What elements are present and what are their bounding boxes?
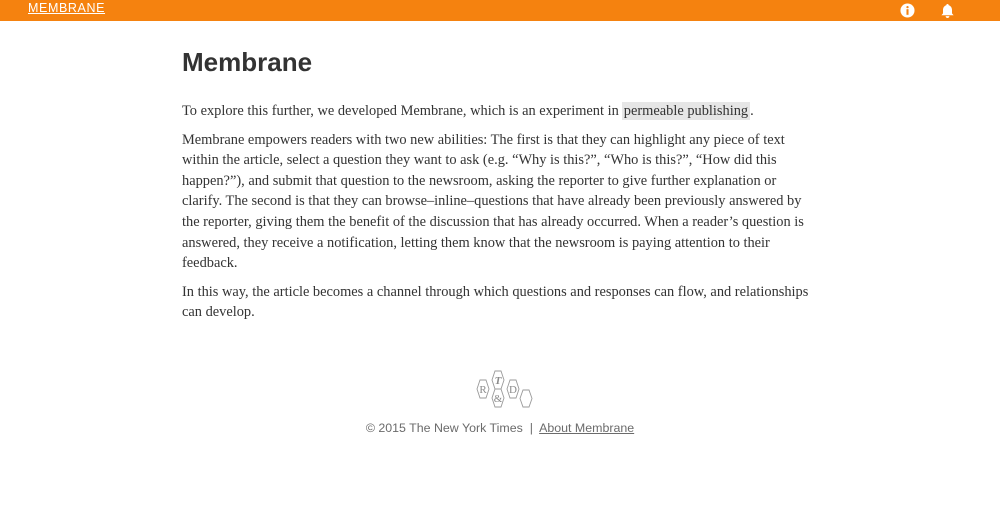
- article: Membrane To explore this further, we dev…: [182, 46, 822, 323]
- text-line: Membrane empowers readers with two new a…: [182, 131, 785, 148]
- paragraph-abilities: Membrane empowers readers with two new a…: [182, 130, 822, 274]
- text-line: In this way, the article becomes a chann…: [182, 283, 809, 300]
- info-icon[interactable]: [899, 2, 916, 19]
- rd-hexagon-logo: T R & D: [476, 370, 533, 408]
- text-line: clarify. The second is that they can bro…: [182, 193, 802, 210]
- text-line: feedback.: [182, 255, 238, 272]
- paragraph-text: To explore this further, we developed Me…: [182, 103, 619, 119]
- bell-icon[interactable]: [939, 2, 956, 19]
- highlighted-phrase[interactable]: permeable publishing: [621, 102, 751, 120]
- footer: T R & D © 2015 The New York Times | Abou…: [0, 370, 1000, 435]
- text-line: can develop.: [182, 304, 255, 321]
- paragraph-intro: To explore this further, we developed Me…: [182, 101, 822, 122]
- brand-link[interactable]: MEMBRANE: [28, 1, 105, 15]
- text-line: within the article, select a question th…: [182, 152, 777, 169]
- footer-text: © 2015 The New York Times | About Membra…: [0, 421, 1000, 435]
- footer-separator: |: [529, 421, 533, 435]
- logo-ampersand: &: [494, 393, 503, 405]
- text-line: answered, they receive a notification, l…: [182, 234, 770, 251]
- page-title: Membrane: [182, 47, 313, 77]
- logo-letter-t: T: [495, 375, 503, 387]
- copyright-text: © 2015 The New York Times: [365, 421, 523, 435]
- text-line: the reporter, giving them the benefit of…: [182, 213, 804, 230]
- about-membrane-link[interactable]: About Membrane: [539, 421, 634, 435]
- paragraph-text: .: [750, 103, 754, 119]
- logo-letter-r: R: [479, 384, 487, 396]
- text-line: happen?”), and submit that question to t…: [182, 172, 777, 189]
- logo-letter-d: D: [509, 384, 517, 396]
- paragraph-conclusion: In this way, the article becomes a chann…: [182, 282, 822, 323]
- top-bar: MEMBRANE: [0, 0, 1000, 21]
